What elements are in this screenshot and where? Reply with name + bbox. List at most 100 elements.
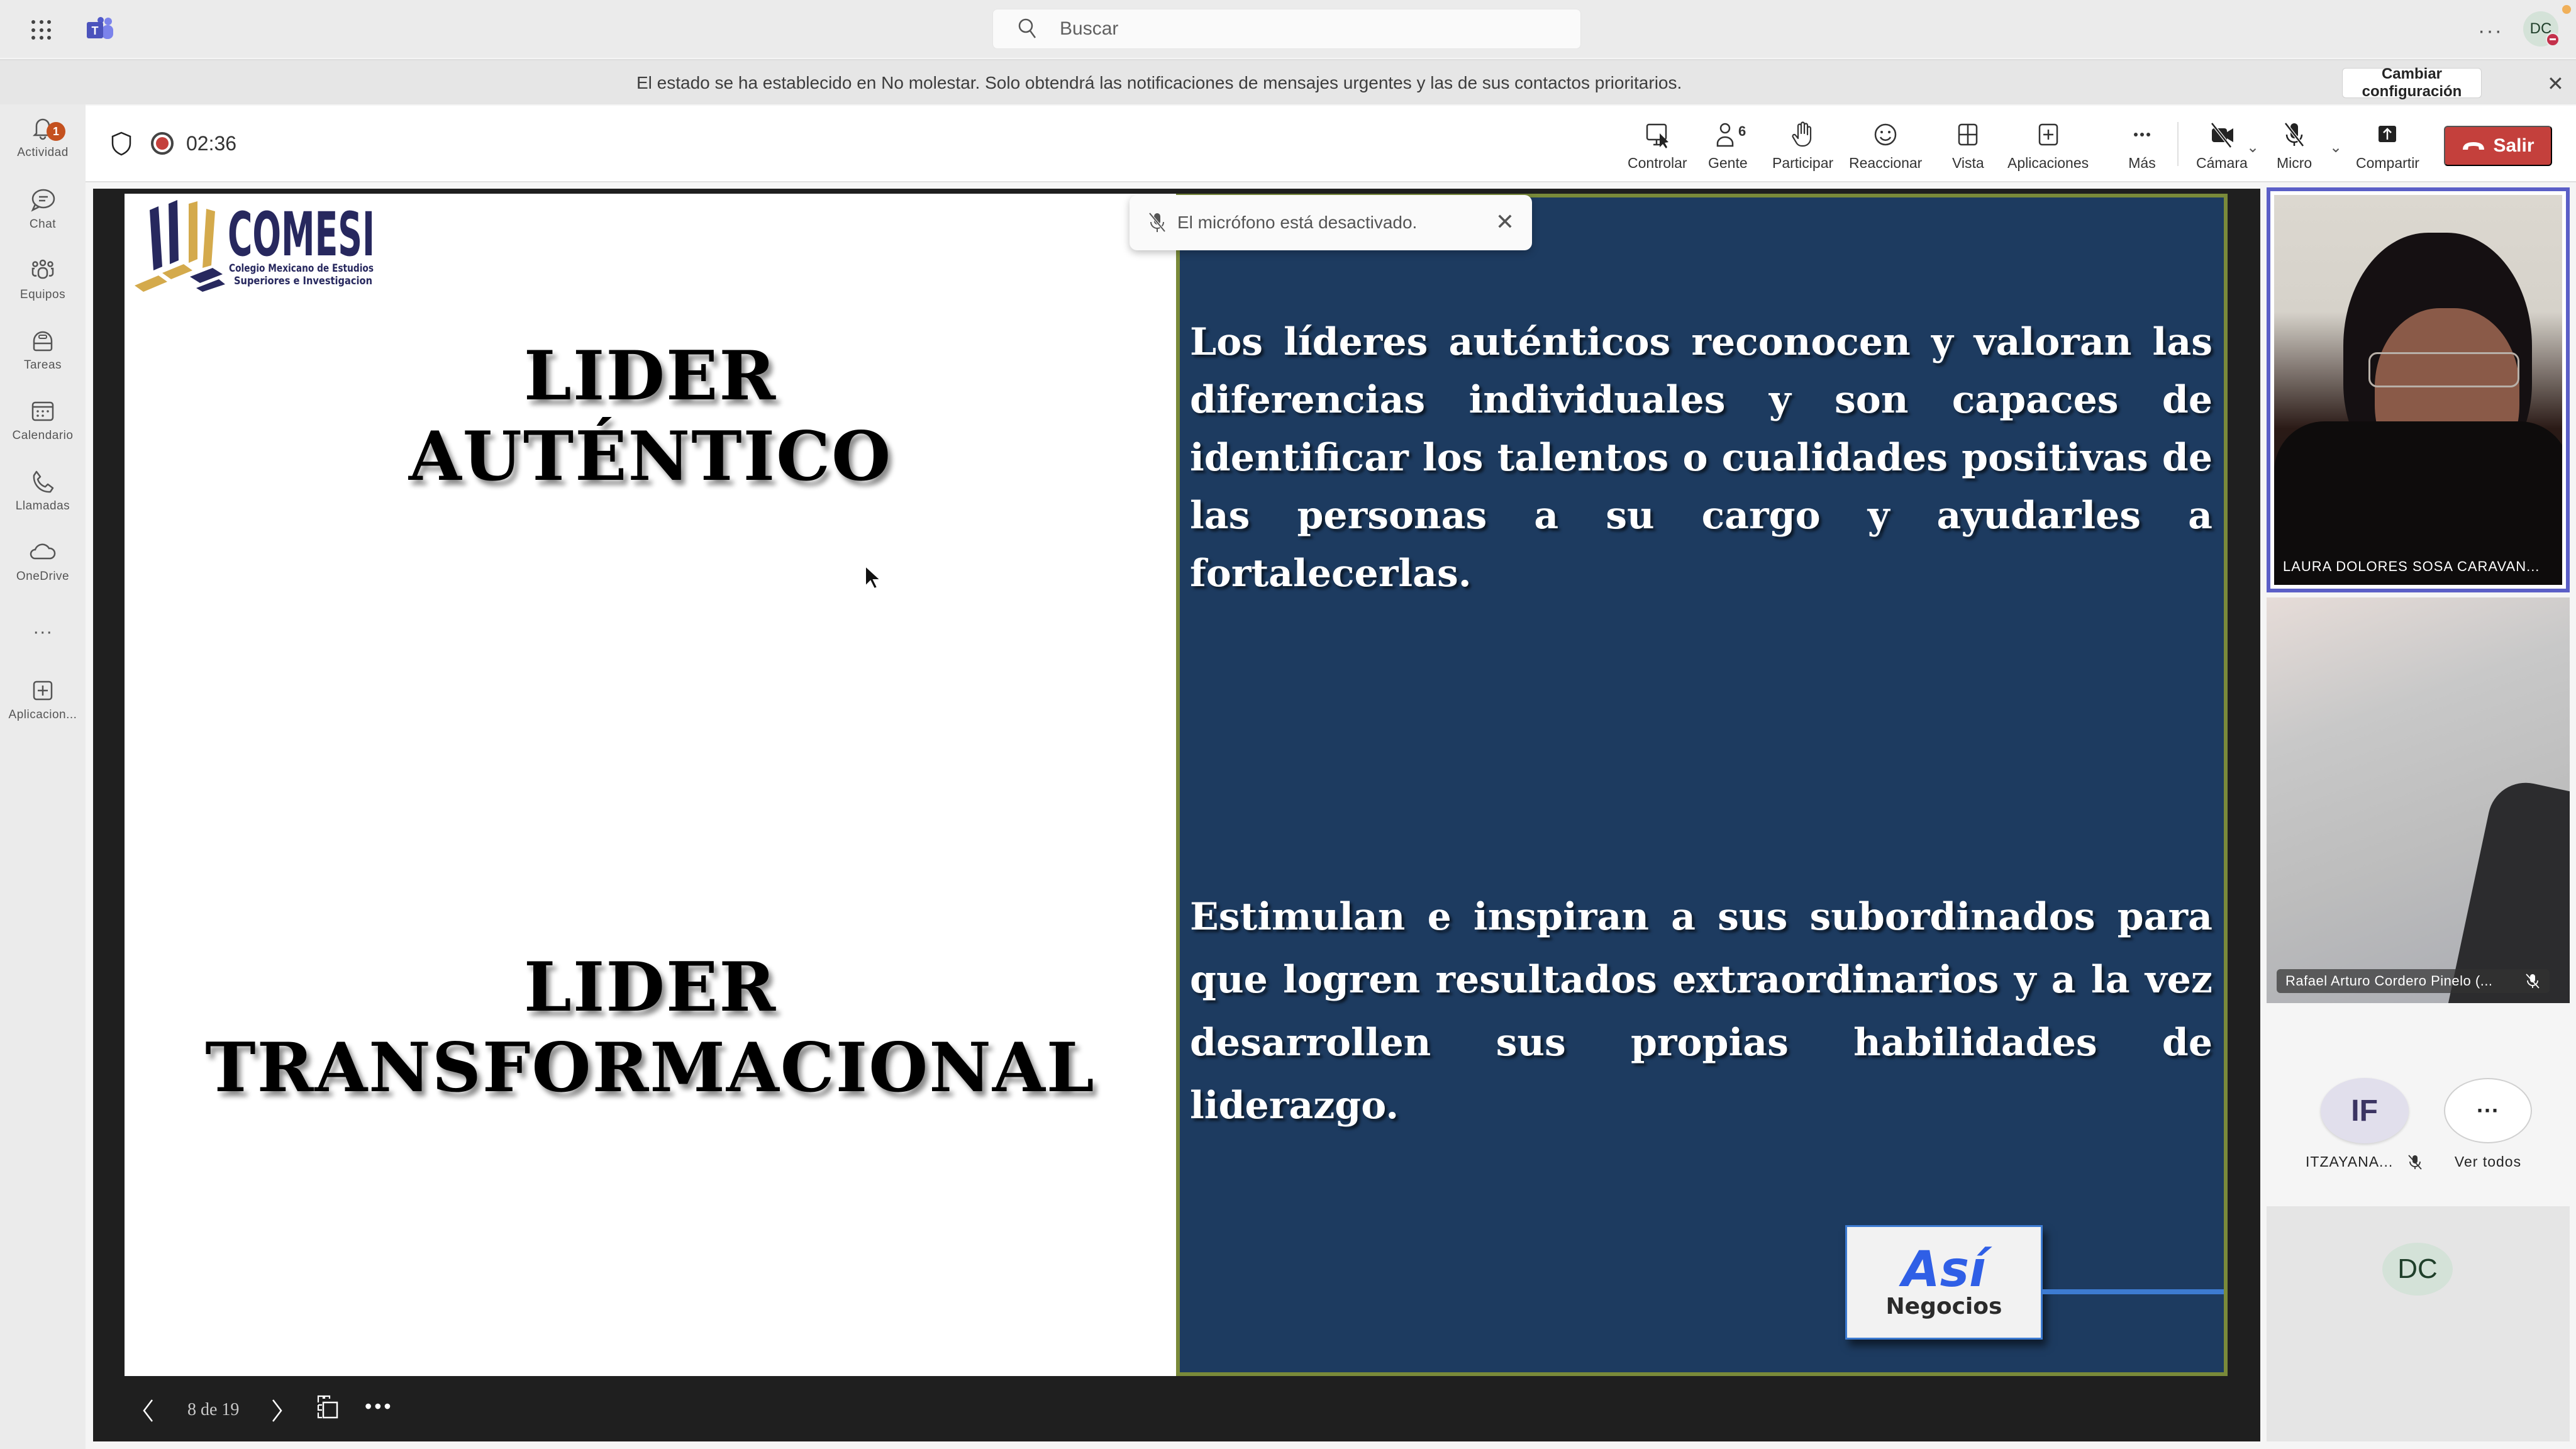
title-line: AUTÉNTICO xyxy=(408,417,892,496)
slide-more-options-icon[interactable]: ••• xyxy=(365,1395,394,1418)
video-glasses-shape xyxy=(2368,352,2519,387)
camera-options-chevron-icon[interactable]: ⌄ xyxy=(2246,138,2259,157)
rail-item-onedrive[interactable]: OneDrive xyxy=(0,538,86,601)
search-box[interactable] xyxy=(992,9,1581,49)
chat-icon xyxy=(31,189,55,212)
add-apps-icon xyxy=(33,680,53,701)
view-all-button[interactable]: ··· Ver todos xyxy=(2444,1078,2532,1170)
participant-name: Rafael Arturo Cordero Pinelo (... xyxy=(2285,973,2493,989)
title-line: LIDER xyxy=(523,948,777,1027)
banner-message: El estado se ha establecido en No molest… xyxy=(636,73,1682,92)
slide-counter: 8 de 19 xyxy=(187,1400,240,1419)
more-button[interactable]: Más xyxy=(2127,119,2157,172)
meeting-header: 02:36 Controlar 6 Gente Participar Reacc… xyxy=(86,106,2576,182)
slide-paragraph-autentico: Los líderes auténticos reconocen y valor… xyxy=(1190,320,2212,596)
calendar-icon xyxy=(31,401,54,421)
slide-paragraph-transformacional: Estimulan e inspiran a sus subordinados … xyxy=(1190,895,2212,1128)
toolbar-divider xyxy=(2177,122,2179,166)
take-control-icon xyxy=(1646,123,1669,148)
teams-icon xyxy=(31,259,54,279)
mic-button[interactable]: Micro xyxy=(2277,119,2312,172)
asi-negocios-logo: Así Negocios xyxy=(1845,1225,2043,1340)
rail-label: OneDrive xyxy=(16,570,70,583)
search-icon xyxy=(1018,18,1036,38)
shared-content-stage: COMESI Colegio Mexicano de Estudios Supe… xyxy=(93,189,2260,1441)
roster-participant[interactable]: IF ITZAYANA... xyxy=(2306,1078,2423,1170)
apps-icon xyxy=(2038,123,2058,146)
slide-thumbnails-icon[interactable] xyxy=(317,1395,338,1419)
avatar: DC xyxy=(2382,1243,2453,1296)
phone-icon xyxy=(33,470,54,493)
tasks-icon xyxy=(33,331,53,352)
comesi-subtitle-1: Colegio Mexicano de Estudios xyxy=(229,262,374,275)
rail-item-chat[interactable]: Chat xyxy=(0,186,86,249)
rail-item-aplicaciones[interactable]: Aplicacion... xyxy=(0,677,86,740)
title-bar: T ··· DC xyxy=(0,0,2576,58)
mic-off-icon xyxy=(1148,212,1166,233)
react-icon xyxy=(1874,123,1897,146)
title-line: TRANSFORMACIONAL xyxy=(205,1028,1096,1108)
people-button[interactable]: 6 Gente xyxy=(1708,119,1748,172)
settings-more-button[interactable]: ··· xyxy=(2478,19,2503,43)
leave-button[interactable]: Salir xyxy=(2444,126,2552,166)
more-icon: ··· xyxy=(33,621,53,642)
video-tile-participant[interactable]: Rafael Arturo Cordero Pinelo (... xyxy=(2267,597,2570,1003)
toolbar-label: Controlar xyxy=(1628,155,1687,171)
rail-item-tareas[interactable]: Tareas xyxy=(0,327,86,390)
toolbar-label: Compartir xyxy=(2356,155,2419,171)
avatar: IF xyxy=(2320,1078,2409,1143)
change-settings-button[interactable]: Cambiar configuración xyxy=(2342,65,2482,100)
slide-title-transformacional: LIDER TRANSFORMACIONAL xyxy=(125,947,1176,1108)
app-rail: 1 Actividad Chat Equipos Tareas Calendar… xyxy=(0,104,86,1449)
mouse-cursor-icon xyxy=(865,565,882,590)
app-launcher-icon[interactable] xyxy=(29,18,54,43)
meeting-timer: 02:36 xyxy=(186,132,237,155)
decorative-line xyxy=(2043,1289,2224,1294)
notification-dot xyxy=(2562,5,2571,14)
close-icon[interactable]: ✕ xyxy=(2547,72,2564,96)
rail-item-calendario[interactable]: Calendario xyxy=(0,397,86,460)
title-line: LIDER xyxy=(523,336,777,416)
self-video-tile[interactable]: DC xyxy=(2267,1206,2570,1441)
leave-label: Salir xyxy=(2493,135,2534,156)
more-icon: ··· xyxy=(2444,1078,2532,1143)
view-all-label: Ver todos xyxy=(2454,1153,2522,1170)
search-input[interactable] xyxy=(1060,18,1538,40)
cloud-icon xyxy=(30,543,56,560)
activity-badge: 1 xyxy=(47,122,65,141)
more-icon xyxy=(2134,133,2150,136)
view-button[interactable]: Vista xyxy=(1952,119,1984,172)
toolbar-label: Cámara xyxy=(2196,155,2248,171)
participant-video: LAURA DOLORES SOSA CARAVAN... xyxy=(2274,195,2562,585)
toast-message: El micrófono está desactivado. xyxy=(1177,213,1418,232)
rail-label: Aplicacion... xyxy=(8,708,77,721)
video-tile-speaker[interactable]: LAURA DOLORES SOSA CARAVAN... xyxy=(2267,187,2570,592)
people-count: 6 xyxy=(1738,123,1746,139)
toolbar-label: Participar xyxy=(1772,155,1834,171)
rail-label: Llamadas xyxy=(15,499,70,513)
toolbar-label: Micro xyxy=(2277,155,2312,171)
toolbar-label: Vista xyxy=(1952,155,1984,171)
rail-label: Actividad xyxy=(17,146,69,159)
comesi-subtitle-2: Superiores e Investigacion xyxy=(234,275,372,287)
participant-name: ITZAYANA... xyxy=(2306,1153,2394,1170)
rail-item-llamadas[interactable]: Llamadas xyxy=(0,468,86,531)
rail-item-actividad[interactable]: 1 Actividad xyxy=(0,114,86,177)
toolbar-label: Reaccionar xyxy=(1849,155,1923,171)
svg-text:T: T xyxy=(92,25,99,37)
apps-button[interactable]: Aplicaciones xyxy=(2007,119,2089,172)
rail-item-equipos[interactable]: Equipos xyxy=(0,257,86,319)
shield-icon xyxy=(111,131,131,156)
share-button[interactable]: Compartir xyxy=(2356,119,2419,172)
previous-slide-chevron-icon[interactable] xyxy=(142,1399,155,1423)
camera-button[interactable]: Cámara xyxy=(2196,119,2248,172)
next-slide-chevron-icon[interactable] xyxy=(270,1399,283,1423)
close-icon[interactable]: ✕ xyxy=(1496,209,1514,235)
rail-item-more[interactable]: ··· xyxy=(0,618,86,680)
mic-options-chevron-icon[interactable]: ⌄ xyxy=(2329,138,2342,157)
take-control-button[interactable]: Controlar xyxy=(1628,119,1687,172)
react-button[interactable]: Reaccionar xyxy=(1849,119,1922,172)
teams-logo-icon: T xyxy=(87,17,113,39)
rail-label: Equipos xyxy=(19,288,66,301)
raise-hand-button[interactable]: Participar xyxy=(1772,119,1833,172)
